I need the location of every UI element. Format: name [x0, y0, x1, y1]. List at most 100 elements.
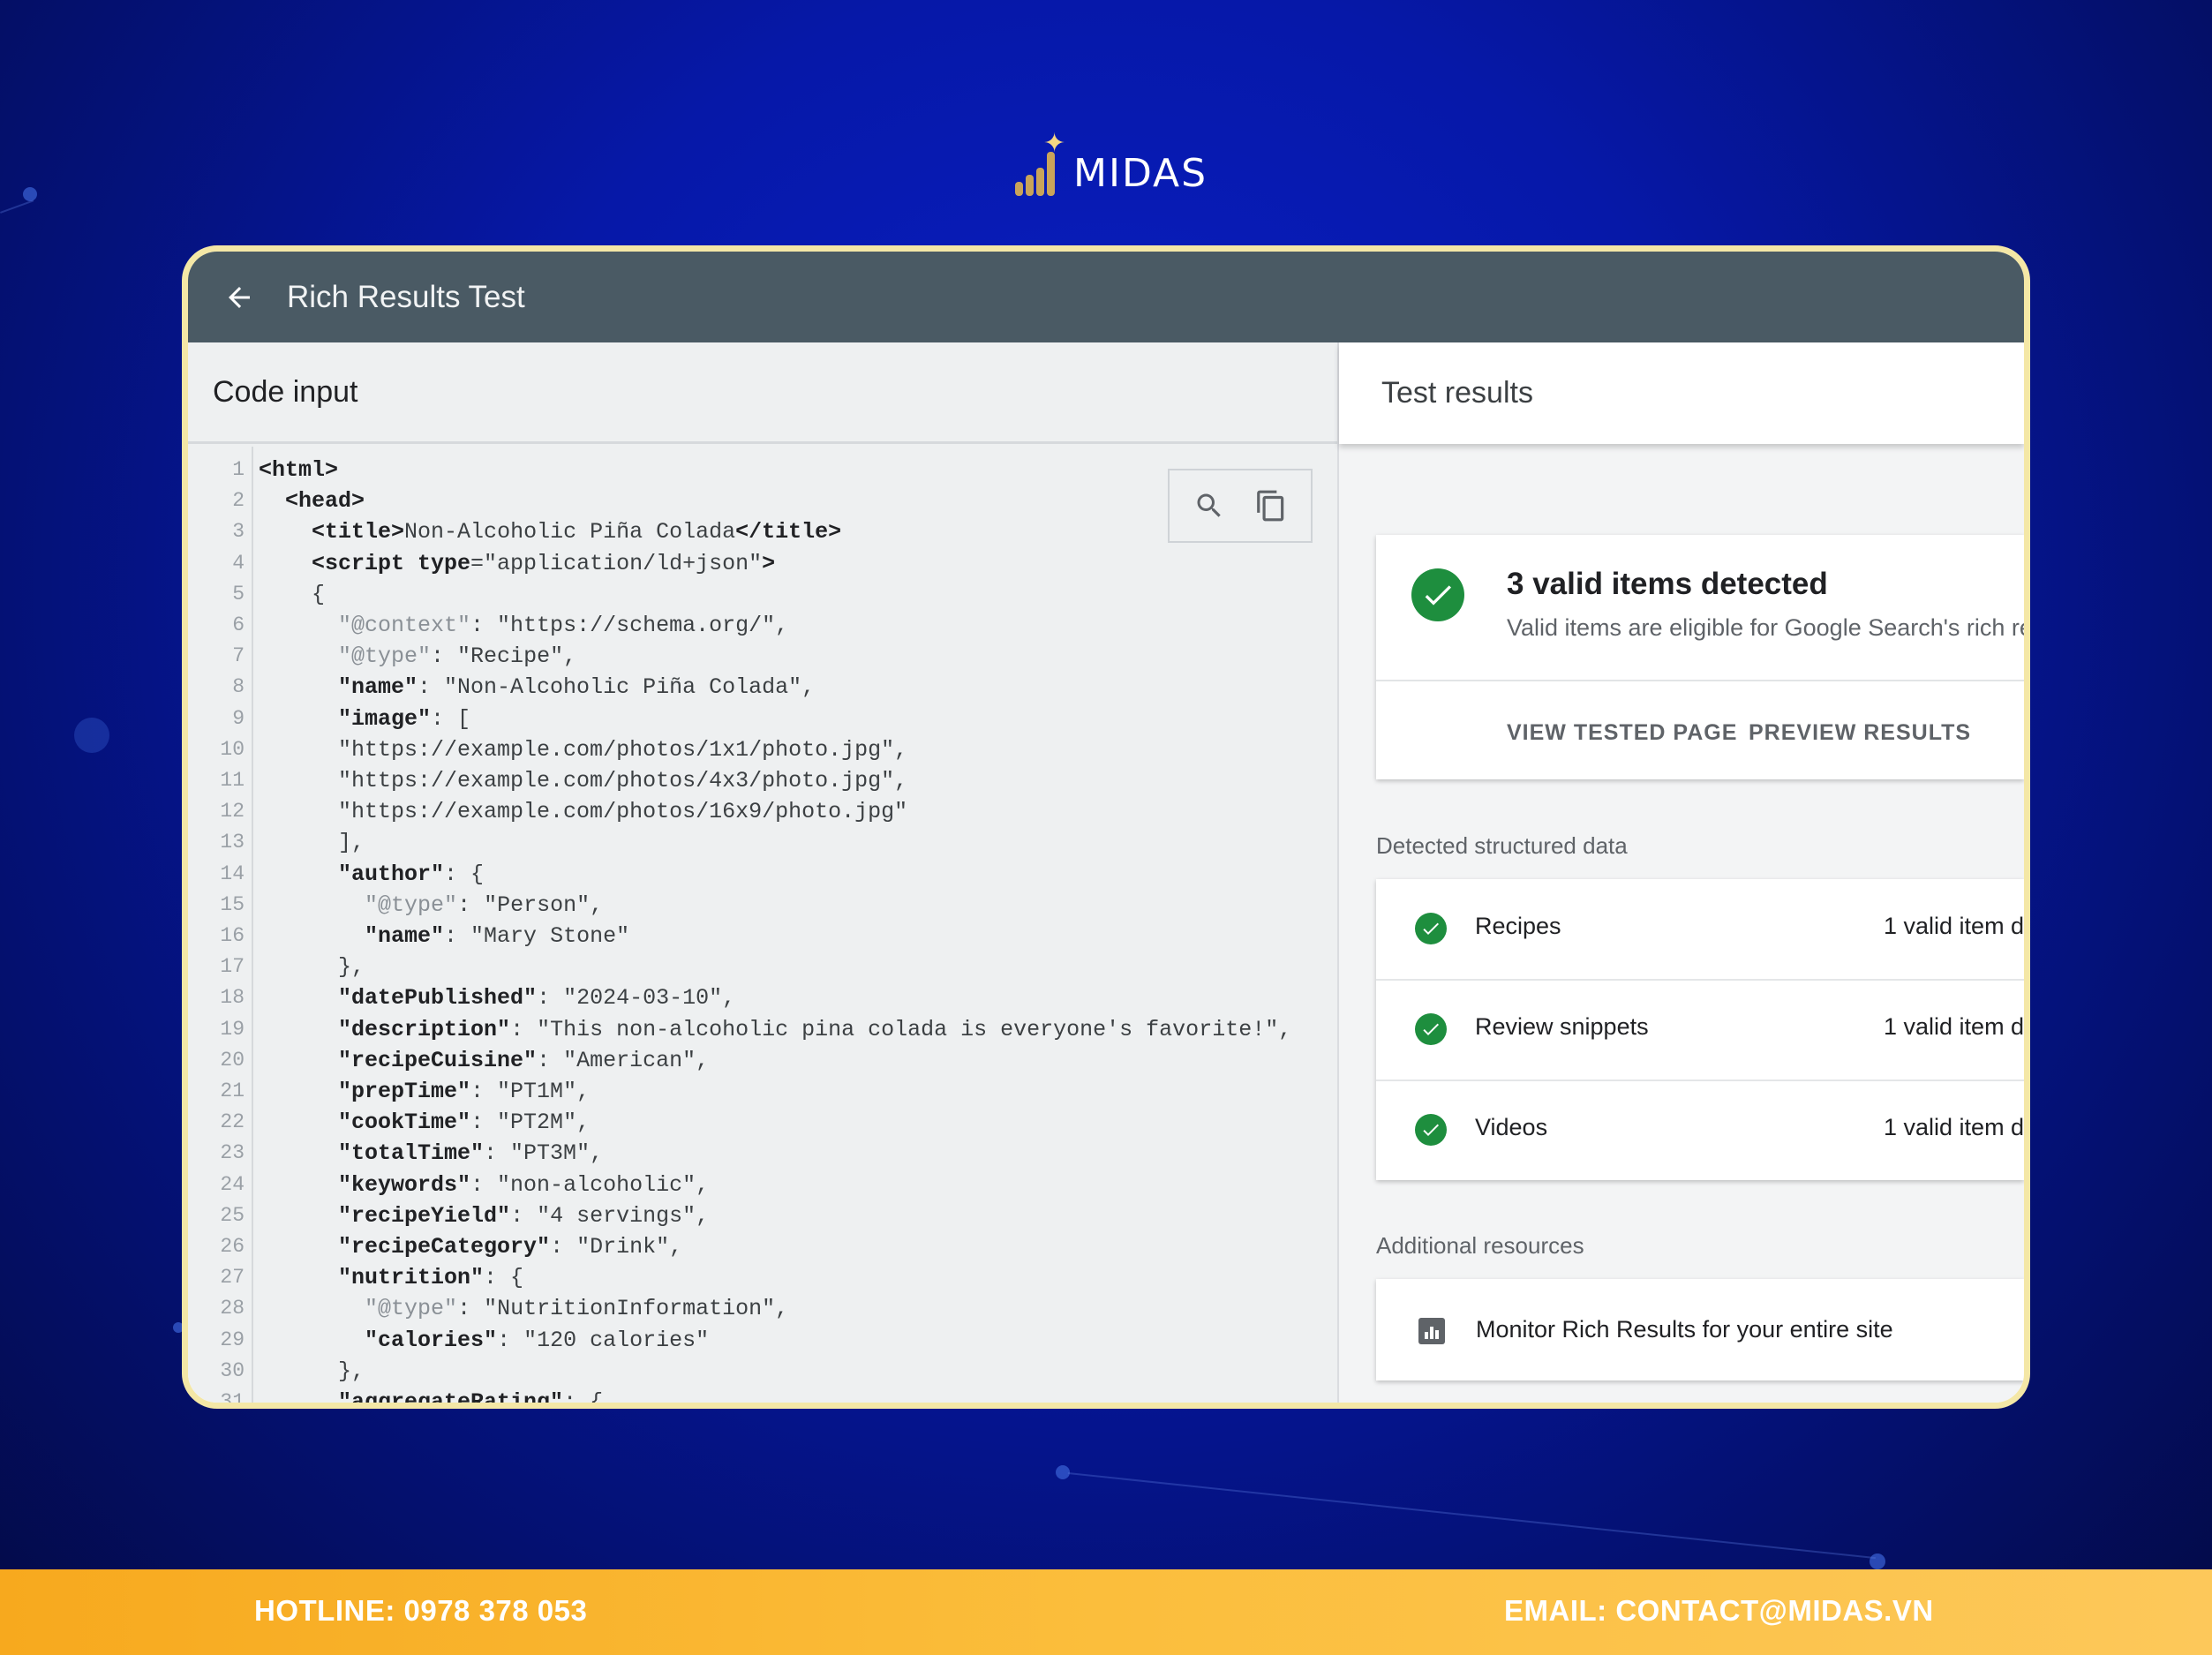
code-line: 18 "datePublished": "2024-03-10", — [188, 982, 1337, 1013]
test-results-panel: Test results 3 valid items detected Vali… — [1337, 342, 2024, 1403]
code-line: 1 <html> — [188, 455, 1337, 485]
code-text: <html> — [259, 457, 339, 483]
background-node — [1870, 1553, 1885, 1569]
code-line: 14 "author": { — [188, 859, 1337, 890]
code-text: "@type": "Recipe", — [338, 643, 577, 670]
code-line: 23 "totalTime": "PT3M", — [188, 1138, 1337, 1169]
code-line: 24 "keywords": "non-alcoholic", — [188, 1170, 1337, 1200]
code-text: <title>Non-Alcoholic Piña Colada</title> — [312, 519, 842, 545]
logo-text: MIDAS — [1073, 151, 1208, 196]
code-line: 28 "@type": "NutritionInformation", — [188, 1293, 1337, 1324]
code-line: 15 "@type": "Person", — [188, 890, 1337, 921]
app-window: Rich Results Test Code input 1 <html> 2 <h… — [182, 245, 2030, 1409]
brand-logo: ✦ MIDAS — [1015, 131, 1208, 201]
code-text: "prepTime": "PT1M", — [338, 1079, 591, 1104]
code-text: <script type="application/ld+json"> — [312, 550, 776, 576]
code-text: { — [259, 581, 326, 607]
background-node — [23, 187, 37, 201]
line-number: 28 — [220, 1297, 245, 1320]
code-line: 30 }, — [188, 1356, 1337, 1387]
code-text: "recipeCategory": "Drink", — [338, 1234, 683, 1260]
line-number: 21 — [220, 1080, 245, 1102]
code-line: 20 "recipeCuisine": "American", — [188, 1045, 1337, 1076]
structured-data-status: 1 valid item d — [1884, 1114, 2024, 1140]
code-input-panel: Code input 1 <html> 2 <head> 3 <title>Non-A… — [188, 342, 1337, 1403]
editor-toolbar — [1168, 469, 1313, 543]
copy-icon[interactable] — [1252, 486, 1290, 525]
line-number: 31 — [220, 1390, 245, 1403]
code-text: "@type": "NutritionInformation", — [365, 1296, 789, 1322]
line-number: 29 — [220, 1328, 245, 1351]
code-text: "recipeCuisine": "American", — [338, 1047, 710, 1073]
line-number: 30 — [220, 1358, 245, 1382]
code-line: 17 }, — [188, 952, 1337, 982]
summary-title: 3 valid items detected — [1507, 567, 1828, 601]
line-number: 14 — [220, 861, 245, 885]
monitor-rich-results-link[interactable]: Monitor Rich Results for your entire sit… — [1476, 1316, 1893, 1343]
search-icon[interactable] — [1190, 486, 1229, 525]
code-line: 5 { — [188, 579, 1337, 610]
code-line: 11 "https://example.com/photos/4x3/photo… — [188, 765, 1337, 796]
code-text: "keywords": "non-alcoholic", — [338, 1171, 710, 1198]
line-number: 25 — [220, 1203, 245, 1227]
resource-card[interactable]: Monitor Rich Results for your entire sit… — [1376, 1279, 2024, 1380]
line-number: 1 — [232, 458, 245, 481]
structured-data-name: Recipes — [1475, 913, 1561, 939]
code-line: 16 "name": "Mary Stone" — [188, 921, 1337, 952]
structured-data-name: Videos — [1475, 1114, 1548, 1140]
code-text: <head> — [285, 488, 365, 515]
code-input-header: Code input — [188, 342, 1337, 444]
code-line: 2 <head> — [188, 485, 1337, 516]
line-number: 10 — [220, 737, 245, 761]
code-line: 8 "name": "Non-Alcoholic Piña Colada", — [188, 672, 1337, 703]
check-circle-icon — [1415, 913, 1447, 944]
structured-data-status: 1 valid item d — [1884, 1013, 2024, 1040]
structured-data-row-videos[interactable]: Videos 1 valid item d — [1376, 1080, 2024, 1180]
additional-resources-label: Additional resources — [1376, 1232, 1584, 1259]
code-text: "author": { — [338, 861, 485, 887]
line-number: 9 — [232, 706, 245, 730]
code-line: 12 "https://example.com/photos/16x9/phot… — [188, 796, 1337, 827]
email-text: EMAIL: CONTACT@MIDAS.VN — [1504, 1594, 1934, 1627]
page-title: Rich Results Test — [287, 279, 525, 314]
logo-bars-icon: ✦ — [1015, 131, 1065, 201]
code-line: 19 "description": "This non-alcoholic pi… — [188, 1014, 1337, 1045]
check-circle-icon — [1411, 568, 1464, 621]
code-line: 4 <script type="application/ld+json"> — [188, 548, 1337, 579]
code-text: }, — [259, 954, 365, 981]
structured-data-row-review-snippets[interactable]: Review snippets 1 valid item d — [1376, 980, 2024, 1081]
line-number: 19 — [220, 1017, 245, 1041]
code-line: 31 "aggregateRating": { — [188, 1387, 1337, 1403]
code-text: }, — [259, 1358, 365, 1384]
code-line: 22 "cookTime": "PT2M", — [188, 1107, 1337, 1138]
code-line: 7 "@type": "Recipe", — [188, 641, 1337, 672]
code-line: 21 "prepTime": "PT1M", — [188, 1076, 1337, 1107]
back-arrow-icon[interactable] — [222, 280, 257, 315]
line-number: 23 — [220, 1141, 245, 1165]
code-line: 3 <title>Non-Alcoholic Piña Colada</titl… — [188, 516, 1337, 547]
bar-chart-icon — [1418, 1318, 1445, 1344]
line-number: 17 — [220, 955, 245, 979]
code-line: 13 ], — [188, 827, 1337, 858]
line-number: 7 — [232, 644, 245, 668]
code-text: "image": [ — [338, 705, 471, 732]
code-text: "datePublished": "2024-03-10", — [338, 985, 736, 1012]
preview-results-button[interactable]: PREVIEW RESULTS — [1749, 720, 1971, 746]
code-line: 25 "recipeYield": "4 servings", — [188, 1200, 1337, 1231]
code-line: 10 "https://example.com/photos/1x1/photo… — [188, 734, 1337, 765]
code-line: 6 "@context": "https://schema.org/", — [188, 610, 1337, 641]
line-number: 18 — [220, 986, 245, 1010]
code-line: 27 "nutrition": { — [188, 1262, 1337, 1293]
test-results-heading: Test results — [1381, 376, 1533, 410]
code-editor[interactable]: 1 <html> 2 <head> 3 <title>Non-Alcoholic Pi… — [188, 447, 1337, 1403]
line-number: 6 — [232, 613, 245, 636]
code-line: 26 "recipeCategory": "Drink", — [188, 1231, 1337, 1262]
background-node — [74, 718, 109, 753]
summary-subtitle: Valid items are eligible for Google Sear… — [1507, 614, 2024, 641]
line-number: 15 — [220, 892, 245, 916]
code-text: "description": "This non-alcoholic pina … — [338, 1016, 1292, 1042]
code-text: "name": "Non-Alcoholic Piña Colada", — [338, 674, 816, 701]
structured-data-row-recipes[interactable]: Recipes 1 valid item d — [1376, 879, 2024, 981]
view-tested-page-button[interactable]: VIEW TESTED PAGE — [1507, 720, 1737, 746]
code-line: 29 "calories": "120 calories" — [188, 1325, 1337, 1356]
